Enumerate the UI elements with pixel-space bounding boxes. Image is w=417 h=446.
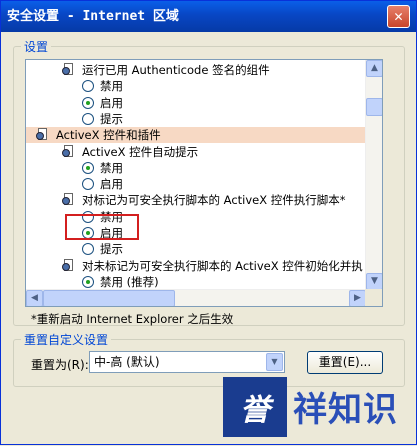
setting-row[interactable]: 运行已用 Authenticode 签名的组件 <box>62 62 270 78</box>
setting-row[interactable]: 对标记为可安全执行脚本的 ActiveX 控件执行脚本* <box>62 192 346 208</box>
security-settings-dialog: 安全设置 - Internet 区域 ✕ 设置 运行已用 Authenticod… <box>0 0 417 445</box>
annotation-highlight-box <box>65 214 139 240</box>
script-settings-icon <box>62 193 76 206</box>
radio-option[interactable]: 提示 <box>82 241 123 257</box>
radio-option[interactable]: 启用 <box>82 176 123 192</box>
row-label: 启用 <box>100 95 123 110</box>
row-label: 禁用 (推荐) <box>100 274 159 289</box>
row-label: 禁用 <box>100 160 123 175</box>
scroll-left-arrow-icon[interactable]: ◀ <box>26 290 43 306</box>
script-settings-icon <box>62 63 76 76</box>
title-bar[interactable]: 安全设置 - Internet 区域 ✕ <box>1 1 416 32</box>
close-button[interactable]: ✕ <box>387 5 410 28</box>
window-title: 安全设置 - Internet 区域 <box>7 9 179 24</box>
radio-unselected-icon[interactable] <box>82 80 94 93</box>
horizontal-scroll-thumb[interactable] <box>43 290 175 306</box>
setting-row[interactable]: 对未标记为可安全执行脚本的 ActiveX 控件初始化并执 <box>62 258 363 274</box>
script-settings-icon <box>62 144 76 158</box>
scroll-up-arrow-icon[interactable]: ▲ <box>366 60 382 77</box>
radio-unselected-icon[interactable] <box>82 243 94 256</box>
reset-to-label: 重置为(R): <box>31 358 89 372</box>
row-label: 对未标记为可安全执行脚本的 ActiveX 控件初始化并执 <box>82 258 363 273</box>
radio-unselected-icon[interactable] <box>82 178 94 191</box>
radio-option[interactable]: 启用 <box>82 95 123 111</box>
radio-option[interactable]: 禁用 <box>82 78 123 94</box>
settings-group-label: 设置 <box>21 38 52 55</box>
setting-row[interactable]: ActiveX 控件自动提示 <box>62 144 198 160</box>
category-row[interactable]: ActiveX 控件和插件 <box>26 127 366 144</box>
security-level-value: 中-高 (默认) <box>94 355 160 369</box>
radio-option[interactable]: 禁用 <box>82 160 123 176</box>
row-label: 对标记为可安全执行脚本的 ActiveX 控件执行脚本* <box>82 193 346 208</box>
vertical-scroll-thumb[interactable] <box>366 98 382 116</box>
radio-selected-icon[interactable] <box>82 275 94 288</box>
radio-selected-icon[interactable] <box>82 161 94 174</box>
row-label: 启用 <box>100 177 123 192</box>
settings-list: 运行已用 Authenticode 签名的组件 禁用 启用 提示 ActiveX 控件和… <box>26 60 366 290</box>
radio-unselected-icon[interactable] <box>82 112 94 125</box>
scroll-down-arrow-icon[interactable]: ▼ <box>366 273 382 290</box>
settings-tree[interactable]: 运行已用 Authenticode 签名的组件 禁用 启用 提示 ActiveX 控件和… <box>25 59 383 307</box>
watermark: 誉 祥知识 <box>223 367 417 446</box>
radio-option[interactable]: 提示 <box>82 111 123 127</box>
row-label: ActiveX 控件和插件 <box>56 128 161 143</box>
watermark-badge: 誉 <box>223 376 287 437</box>
vertical-scrollbar[interactable]: ▲ ▼ <box>365 60 382 290</box>
script-settings-icon <box>62 258 76 272</box>
row-label: 提示 <box>100 242 123 257</box>
row-label: ActiveX 控件自动提示 <box>82 144 199 159</box>
reset-group-label: 重置自定义设置 <box>21 331 112 348</box>
restart-note: *重新启动 Internet Explorer 之后生效 <box>31 312 234 326</box>
scroll-right-arrow-icon[interactable]: ▶ <box>349 290 366 306</box>
folder-settings-icon <box>36 128 50 141</box>
watermark-text: 祥知识 <box>293 390 398 430</box>
row-label: 禁用 <box>100 79 123 94</box>
radio-selected-icon[interactable] <box>82 96 94 109</box>
horizontal-scrollbar[interactable]: ◀ ▶ <box>26 289 366 306</box>
row-label: 提示 <box>100 111 123 126</box>
scrollbar-corner <box>365 289 382 306</box>
radio-option[interactable]: 禁用 (推荐) <box>82 274 159 290</box>
row-label: 运行已用 Authenticode 签名的组件 <box>82 63 270 77</box>
